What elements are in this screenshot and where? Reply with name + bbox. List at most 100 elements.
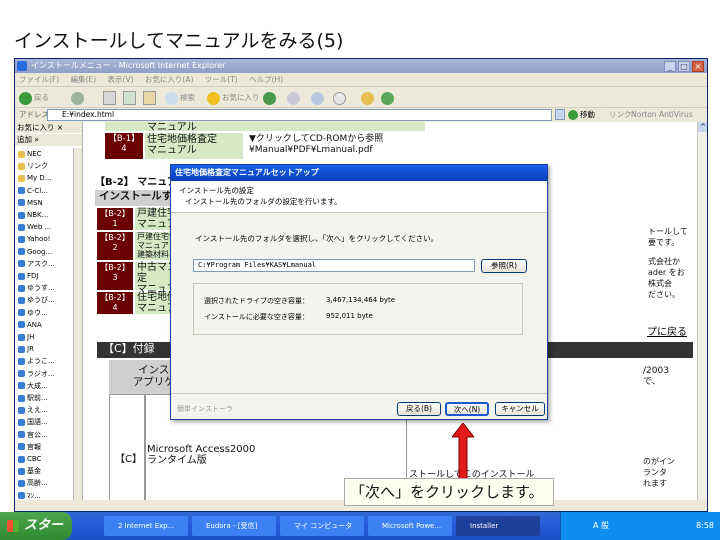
row-note[interactable]: ▼クリックしてCD-ROMから参照 ¥Manual¥PDF¥Lmanual.pd… — [249, 134, 383, 156]
page-icon — [18, 418, 25, 426]
back-button[interactable]: 戻る — [19, 91, 49, 105]
favorites-item[interactable]: C-Cl... — [18, 186, 48, 197]
ie-icon — [17, 61, 27, 71]
mail-icon[interactable] — [287, 91, 302, 105]
dialog-header: インストール先の設定 インストール先のフォルダの設定を行います。 — [171, 181, 547, 213]
menu-edit[interactable]: 編集(E) — [71, 75, 97, 84]
install-path-input[interactable]: C:¥Program Files¥KAS¥Lmanual — [193, 259, 475, 272]
favorites-item[interactable]: 高齢... — [18, 478, 48, 489]
favorites-item[interactable]: 国語... — [18, 417, 48, 428]
favorites-item[interactable]: 基金 — [18, 466, 41, 477]
antivirus-label: Norton AntiVirus — [631, 110, 693, 119]
ime-indicator[interactable]: A 般 — [593, 521, 609, 530]
system-tray: A 般 8:58 — [560, 512, 720, 540]
page-icon — [18, 248, 25, 256]
forward-button[interactable] — [71, 91, 86, 105]
favorites-item[interactable]: ようこ... — [18, 356, 55, 367]
favorites-item[interactable]: Web ... — [18, 222, 51, 233]
messenger-icon[interactable] — [381, 91, 396, 105]
favorites-item[interactable]: NBK... — [18, 210, 48, 221]
right-note-1: トールして 要です。 — [648, 227, 688, 247]
favorites-item[interactable]: ええ... — [18, 405, 48, 416]
dialog-footer: 簡単インストーラ — [177, 405, 233, 413]
maximize-icon[interactable]: □ — [678, 61, 690, 72]
folder-icon[interactable] — [361, 91, 376, 105]
favorites-item[interactable]: 官公... — [18, 430, 48, 441]
print-icon[interactable] — [311, 91, 326, 105]
go-button[interactable]: 移動 — [568, 108, 595, 122]
menu-tools[interactable]: ツール(T) — [205, 75, 238, 84]
favorites-item[interactable]: JR — [18, 344, 34, 355]
edit-icon[interactable] — [333, 91, 348, 105]
taskbar-eudora[interactable]: Eudora - [受信] — [192, 516, 276, 536]
favorites-item[interactable]: ゆウ... — [18, 308, 48, 319]
favorites-item[interactable]: リンク — [18, 161, 48, 172]
menu-view[interactable]: 表示(V) — [108, 75, 134, 84]
favorites-item[interactable]: Yahoo! — [18, 234, 50, 245]
taskbar-installer[interactable]: Installer — [456, 516, 540, 536]
favorites-item[interactable]: 駅前... — [18, 393, 48, 404]
close-icon[interactable]: × — [692, 61, 704, 72]
favorites-item[interactable]: ラジオ... — [18, 369, 55, 380]
c-right-3: のがイン ランタ れます — [643, 457, 675, 488]
search-button[interactable]: 検索 — [165, 91, 195, 105]
favorites-item[interactable]: アスク... — [18, 259, 55, 270]
page-icon — [18, 309, 25, 317]
favorites-pane: お気に入り × 追加 » NEC リンク My D... C-Cl... MSN NBK.… — [15, 122, 83, 511]
favorites-add-button[interactable]: 追加 » — [15, 134, 82, 146]
menu-favorites[interactable]: お気に入り(A) — [145, 75, 193, 84]
home-icon[interactable] — [143, 91, 156, 105]
favorites-button[interactable]: お気に入り — [207, 91, 260, 105]
page-icon — [18, 431, 25, 439]
page-icon — [18, 406, 25, 414]
links-button[interactable]: リンク — [609, 108, 632, 122]
history-icon[interactable] — [263, 91, 278, 105]
favorites-item[interactable]: ゆうび... — [18, 295, 55, 306]
page-icon — [18, 492, 25, 500]
favorites-item[interactable]: NEC — [18, 149, 42, 160]
favorites-item[interactable]: Goog... — [18, 247, 52, 258]
favorites-item[interactable]: 大成... — [18, 381, 48, 392]
next-button[interactable]: 次へ(N) — [445, 402, 489, 416]
back-button-dialog[interactable]: 戻る(B) — [397, 402, 441, 416]
favorites-item[interactable]: ゆうす... — [18, 283, 55, 294]
taskbar-ie[interactable]: 2 Internet Exp... — [104, 516, 188, 536]
page-scrollbar[interactable]: ^ — [697, 122, 707, 511]
favorites-item[interactable]: MSN — [18, 198, 43, 209]
favorites-item[interactable]: FDJ — [18, 271, 38, 282]
dialog-heading: インストール先の設定 — [179, 186, 254, 195]
favorites-item[interactable]: ANA — [18, 320, 42, 331]
taskbar-powerpoint[interactable]: Microsoft Powe... — [368, 516, 452, 536]
free-space-value: 3,467,134,464 byte — [326, 296, 396, 304]
start-button[interactable]: スタート — [0, 512, 72, 540]
favorites-scrollbar[interactable] — [73, 148, 82, 511]
forward-arrow-icon — [71, 91, 84, 105]
minimize-icon[interactable]: _ — [664, 61, 676, 72]
browse-button[interactable]: 参照(R) — [481, 259, 527, 273]
menu-help[interactable]: ヘルプ(H) — [249, 75, 283, 84]
dialog-title: 住宅地価格査定マニュアルセットアップ — [171, 165, 547, 181]
page-icon — [18, 467, 25, 475]
menu-file[interactable]: ファイル(F) — [19, 75, 59, 84]
b2-row-code: 【B-2】 4 — [97, 292, 133, 314]
b2-row-code: 【B-2】 1 — [97, 208, 133, 230]
favorites-item[interactable]: 官報 — [18, 442, 41, 453]
scroll-up-icon[interactable]: ^ — [698, 122, 707, 132]
page-icon — [18, 479, 25, 487]
folder-icon — [18, 162, 25, 170]
slide-title: インストールしてマニュアルをみる(5) — [14, 30, 344, 52]
instruction-callout: 「次へ」をクリックします。 — [344, 478, 554, 506]
address-dropdown-icon[interactable] — [555, 109, 565, 120]
favorites-item[interactable]: My D... — [18, 173, 51, 184]
favorites-item[interactable]: CBC — [18, 454, 41, 465]
favorites-item[interactable]: JH — [18, 332, 34, 343]
browser-title-bar: インストールメニュー - Microsoft Internet Explorer… — [15, 59, 707, 73]
taskbar-my-computer[interactable]: マイ コンピュータ — [280, 516, 364, 536]
back-link[interactable]: プに戻る — [647, 327, 687, 338]
stop-icon[interactable] — [103, 91, 116, 105]
clock[interactable]: 8:58 — [696, 512, 714, 540]
cancel-button[interactable]: キャンセル — [495, 402, 545, 416]
row-name: 住宅地価格査定 マニュアル — [147, 134, 217, 156]
address-input[interactable]: E:¥index.html — [47, 109, 552, 121]
refresh-icon[interactable] — [123, 91, 136, 105]
